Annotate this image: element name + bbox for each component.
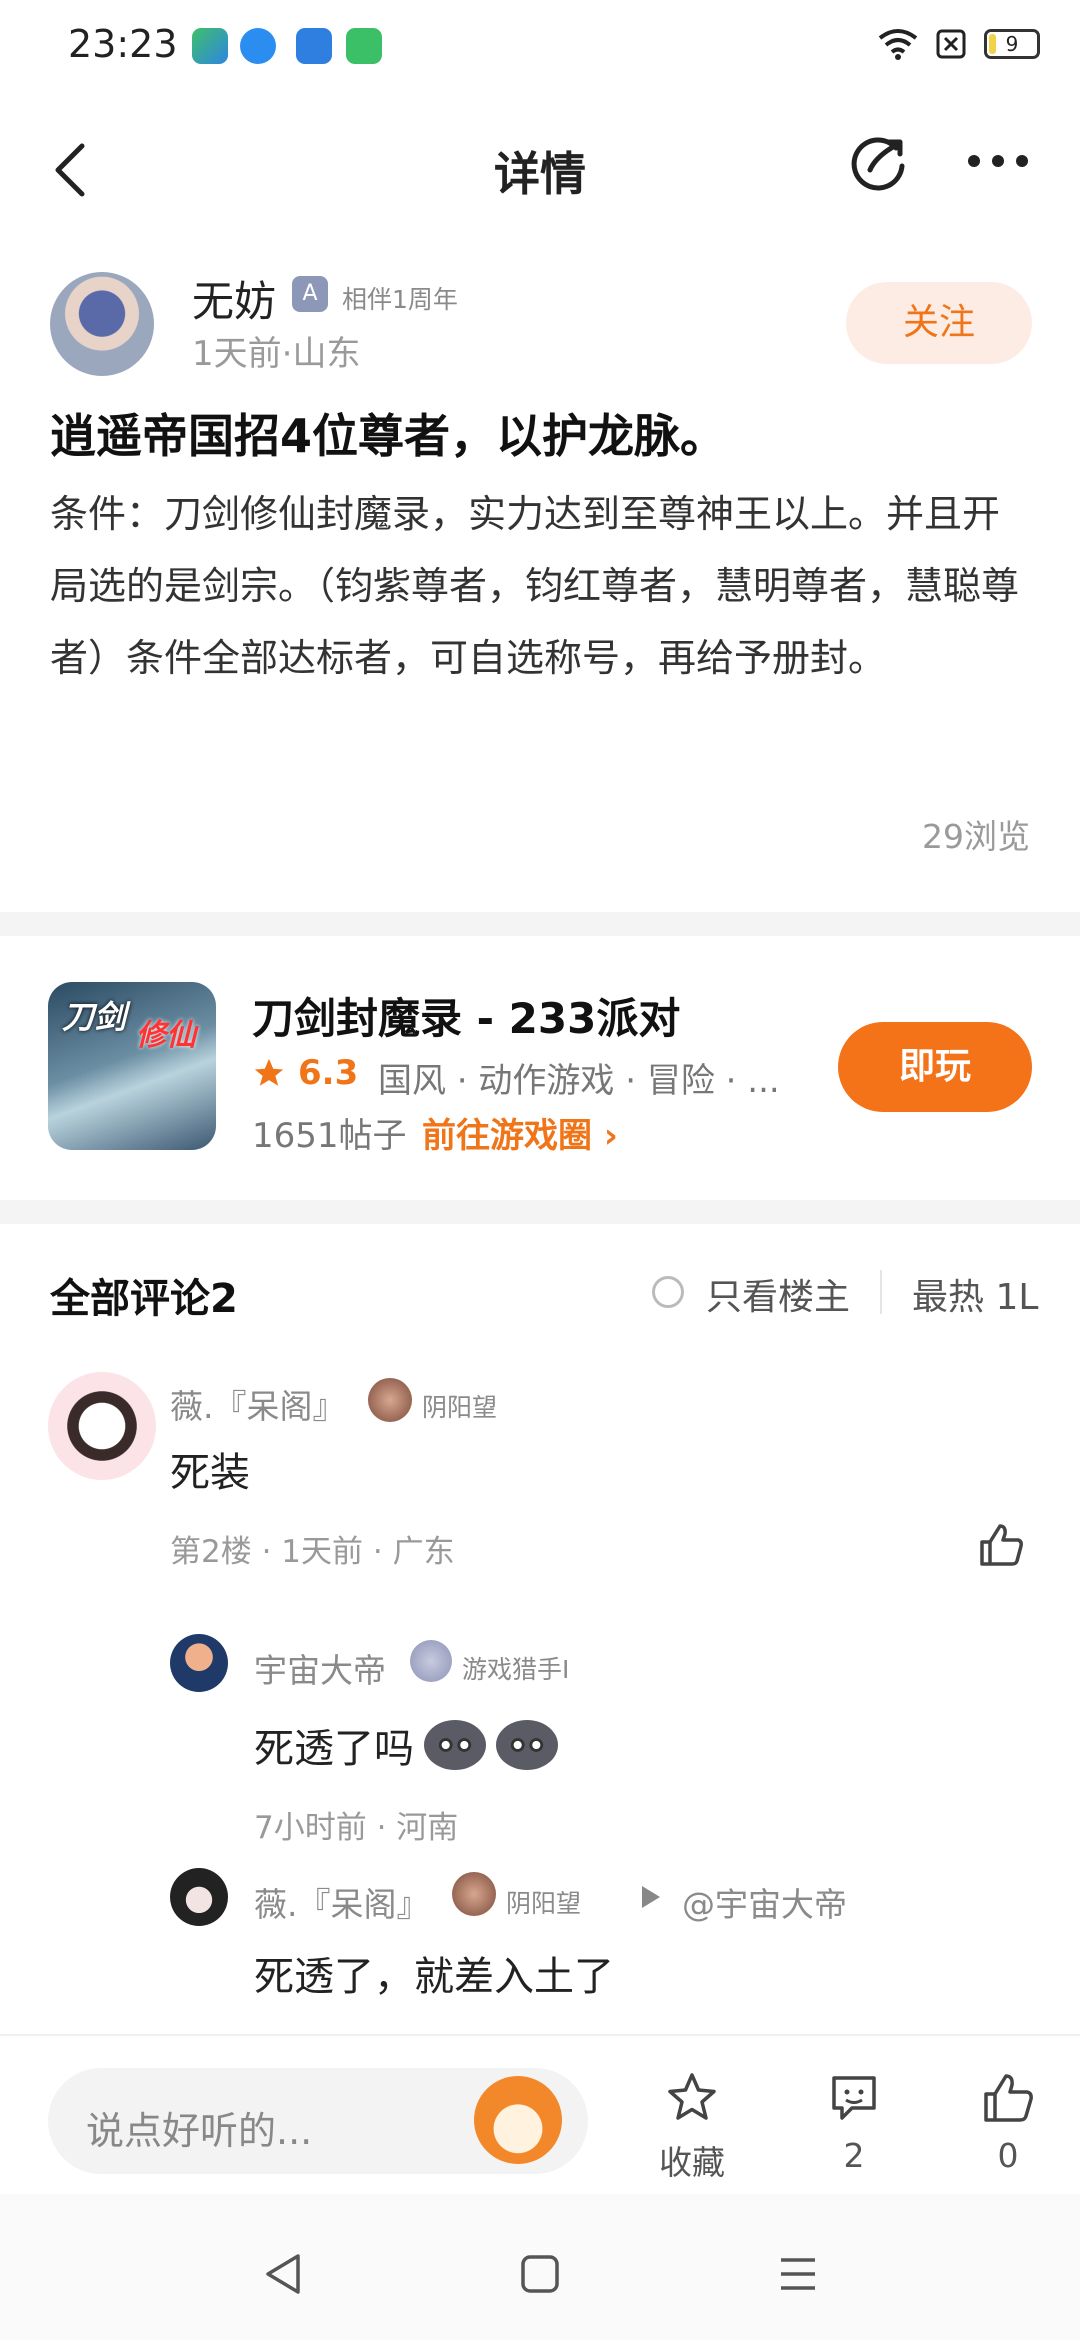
section-divider (0, 912, 1080, 936)
play-button[interactable]: 即玩 (838, 1022, 1032, 1112)
comments-title: 全部评论2 (50, 1276, 238, 1322)
reply-badge-label: 游戏猎手I (462, 1655, 570, 1684)
reply-arrow-icon (642, 1886, 660, 1908)
game-circle-link[interactable]: 前往游戏圈 › (422, 1108, 618, 1157)
nav-home-icon[interactable] (520, 2254, 560, 2294)
reply-text: 死透了吗 (254, 1726, 414, 1772)
app-icon-feather (296, 28, 332, 64)
follow-button[interactable]: 关注 (846, 282, 1032, 364)
author-meta: 1天前·山东 (192, 334, 361, 374)
more-options-icon[interactable] (968, 155, 1028, 167)
game-icon[interactable]: 刀剑 修仙 (48, 982, 216, 1150)
reply-author-name[interactable]: 宇宙大帝 (254, 1644, 386, 1692)
share-icon[interactable] (848, 130, 910, 192)
commenter-badge-label: 阴阳望 (422, 1393, 498, 1422)
comment-icon[interactable] (826, 2070, 882, 2126)
no-sim-icon (936, 29, 966, 59)
wifi-icon (878, 29, 918, 60)
status-time: 23:23 (68, 22, 178, 66)
commenter-name[interactable]: 薇.『呆阁』 (170, 1380, 346, 1428)
page-title: 详情 (494, 147, 586, 201)
emoji-icon (424, 1720, 486, 1770)
app-icon-bag (346, 28, 382, 64)
game-post-count: 1651帖子 (252, 1116, 407, 1156)
reply-to-mention[interactable]: @宇宙大帝 (682, 1878, 847, 1926)
divider (880, 1270, 882, 1314)
like-count[interactable]: 0 (958, 2136, 1058, 2175)
view-count: 29浏览 (922, 817, 1030, 856)
only-host-radio[interactable] (652, 1276, 684, 1308)
reply-avatar[interactable] (170, 1634, 228, 1692)
nav-back-icon[interactable] (262, 2252, 302, 2296)
status-icons: 9 (878, 28, 1040, 60)
reply-badge-label: 阴阳望 (506, 1889, 582, 1918)
game-tags: 国风 · 动作游戏 · 冒险 · ... (378, 1061, 780, 1101)
section-divider (0, 1200, 1080, 1224)
anniversary-badge-icon: A (292, 276, 328, 312)
battery-icon: 9 (984, 29, 1040, 59)
author-name[interactable]: 无妨 (192, 268, 276, 329)
star-outline-icon[interactable] (664, 2070, 720, 2126)
reply-text: 死透了，就差入土了 (254, 1954, 614, 2000)
title-badge-icon (368, 1378, 412, 1422)
reply-avatar[interactable] (170, 1868, 228, 1926)
game-name[interactable]: 刀剑封魔录 - 233派对 (252, 985, 680, 1046)
thumbs-up-icon[interactable] (980, 2070, 1036, 2126)
sort-dropdown[interactable]: 最热 1L (912, 1268, 1038, 1320)
star-icon (254, 1058, 284, 1086)
post-body: 条件：刀剑修仙封魔录，实力达到至尊神王以上。并且开局选的是剑宗。（钧紫尊者，钧红… (50, 492, 1020, 680)
only-host-label[interactable]: 只看楼主 (706, 1268, 850, 1320)
hunter-badge-icon (410, 1640, 452, 1682)
post-title: 逍遥帝国招4位尊者，以护龙脉。 (50, 409, 727, 463)
reply-meta: 7小时前 · 河南 (254, 1810, 459, 1846)
status-bar: 23:23 9 (0, 0, 1080, 100)
game-rating: 6.3 (298, 1053, 359, 1093)
reply-author-name[interactable]: 薇.『呆阁』 (254, 1878, 430, 1926)
author-badge-label: 相伴1周年 (342, 285, 458, 314)
app-icon-cloud (240, 28, 276, 64)
reply-text-row: 死透了吗 (254, 1716, 558, 1774)
comment-count[interactable]: 2 (804, 2136, 904, 2175)
comment-meta: 第2楼 · 1天前 · 广东 (170, 1534, 455, 1570)
nav-menu-icon[interactable] (778, 2256, 818, 2292)
emoji-icon (496, 1720, 558, 1770)
app-icon-video (192, 28, 228, 64)
comment-text: 死装 (170, 1450, 250, 1496)
comment-input-placeholder[interactable]: 说点好听的... (86, 2100, 312, 2155)
author-avatar[interactable] (50, 272, 154, 376)
favorite-label[interactable]: 收藏 (642, 2136, 742, 2184)
mascot-emoji-icon[interactable] (474, 2076, 562, 2164)
thumbs-up-icon[interactable] (976, 1520, 1026, 1570)
title-badge-icon (452, 1872, 496, 1916)
commenter-avatar[interactable] (48, 1372, 156, 1480)
